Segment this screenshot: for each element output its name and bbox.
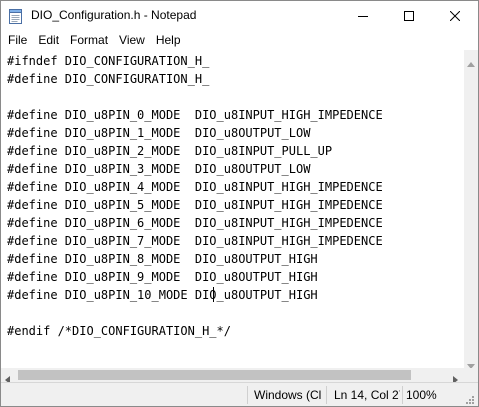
code-line[interactable]: #define DIO_u8PIN_7_MODE DIO_u8INPUT_HIG… — [7, 232, 383, 250]
code-line[interactable]: #define DIO_u8PIN_5_MODE DIO_u8INPUT_HIG… — [7, 196, 383, 214]
menu-format[interactable]: Format — [64, 31, 113, 50]
window-title: DIO_Configuration.h - Notepad — [31, 8, 197, 22]
status-divider — [247, 386, 248, 404]
scrollbar-corner — [464, 368, 478, 382]
code-line[interactable]: #define DIO_u8PIN_4_MODE DIO_u8INPUT_HIG… — [7, 178, 383, 196]
code-line[interactable]: #define DIO_u8PIN_1_MODE DIO_u8OUTPUT_LO… — [7, 124, 310, 142]
status-divider — [402, 386, 403, 404]
horizontal-scrollbar[interactable] — [1, 368, 464, 384]
close-button[interactable] — [432, 1, 478, 31]
notepad-icon[interactable] — [9, 9, 22, 24]
code-line[interactable]: #define DIO_u8PIN_0_MODE DIO_u8INPUT_HIG… — [7, 106, 383, 124]
status-encoding: Windows (Cl — [254, 388, 322, 402]
menu-file[interactable]: File — [1, 31, 32, 50]
horizontal-scroll-thumb[interactable] — [18, 370, 411, 380]
status-divider — [326, 386, 327, 404]
maximize-button[interactable] — [386, 1, 432, 31]
notepad-window: DIO_Configuration.h - Notepad File Edit … — [0, 0, 479, 407]
text-caret — [213, 287, 214, 302]
status-bar: Windows (Cl Ln 14, Col 27 100% — [1, 382, 478, 406]
menu-bar: File Edit Format View Help — [1, 31, 478, 50]
code-line[interactable]: #define DIO_u8PIN_3_MODE DIO_u8OUTPUT_LO… — [7, 160, 310, 178]
minimize-icon — [358, 11, 368, 21]
status-zoom: 100% — [406, 388, 437, 402]
code-line[interactable]: #ifndef DIO_CONFIGURATION_H_ — [7, 52, 209, 70]
code-line[interactable]: #define DIO_u8PIN_6_MODE DIO_u8INPUT_HIG… — [7, 214, 383, 232]
menu-edit[interactable]: Edit — [32, 31, 64, 50]
close-icon — [450, 11, 460, 21]
status-cursor-position: Ln 14, Col 27 — [334, 388, 400, 402]
code-line[interactable]: #endif /*DIO_CONFIGURATION_H_*/ — [7, 322, 231, 340]
menu-help[interactable]: Help — [150, 31, 186, 50]
resize-grip-icon[interactable] — [464, 393, 474, 406]
minimize-button[interactable] — [340, 1, 386, 31]
code-line[interactable]: #define DIO_u8PIN_10_MODE DIO_u8OUTPUT_H… — [7, 286, 318, 304]
code-line[interactable]: #define DIO_u8PIN_2_MODE DIO_u8INPUT_PUL… — [7, 142, 332, 160]
text-editor[interactable]: #ifndef DIO_CONFIGURATION_H_ #define DIO… — [1, 50, 464, 368]
scroll-up-arrow-icon[interactable] — [467, 54, 475, 72]
title-bar[interactable]: DIO_Configuration.h - Notepad — [1, 1, 478, 31]
menu-view[interactable]: View — [113, 31, 150, 50]
code-line[interactable]: #define DIO_CONFIGURATION_H_ — [7, 70, 209, 88]
maximize-icon — [404, 11, 414, 21]
code-line[interactable]: #define DIO_u8PIN_9_MODE DIO_u8OUTPUT_HI… — [7, 268, 318, 286]
code-line[interactable]: #define DIO_u8PIN_8_MODE DIO_u8OUTPUT_HI… — [7, 250, 318, 268]
vertical-scrollbar[interactable] — [464, 50, 478, 369]
